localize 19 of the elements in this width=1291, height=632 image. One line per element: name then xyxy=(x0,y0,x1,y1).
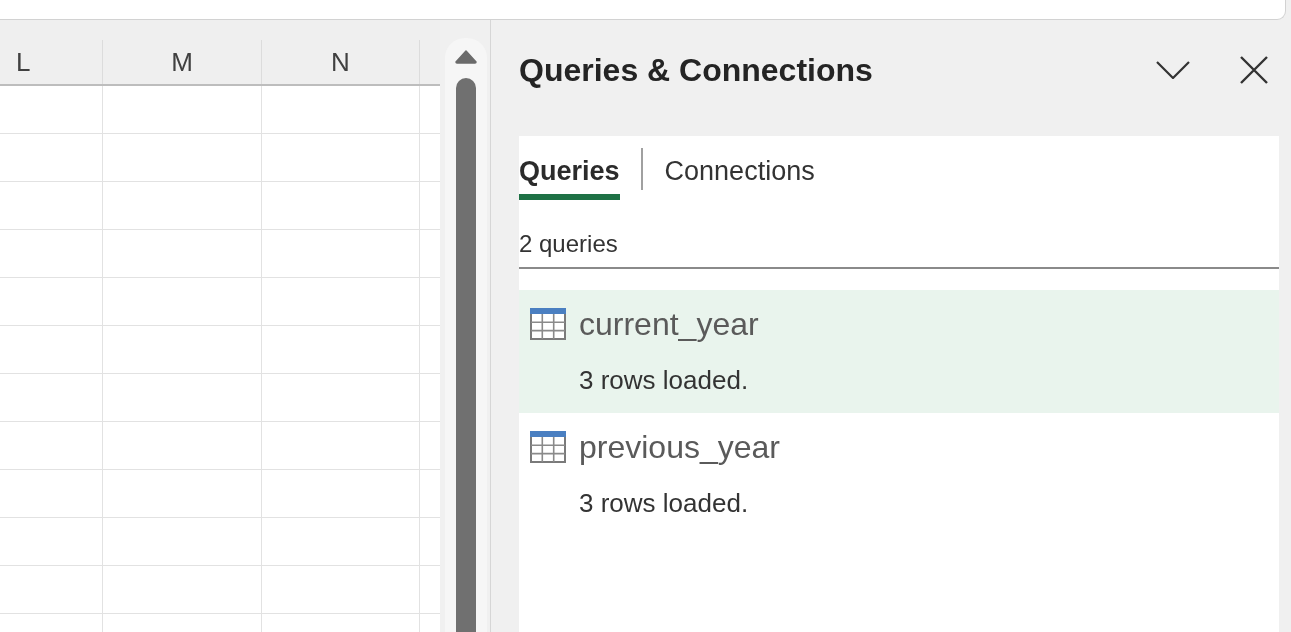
table-icon xyxy=(530,431,566,463)
tab[interactable]: Connections xyxy=(664,136,815,200)
column-header[interactable]: M xyxy=(103,40,262,84)
column-header[interactable]: N xyxy=(262,40,420,84)
pane-title: Queries & Connections xyxy=(519,51,873,89)
scroll-up-arrow-icon[interactable] xyxy=(455,50,477,64)
query-name: previous_year xyxy=(579,429,780,465)
scrollbar-track[interactable] xyxy=(445,38,487,632)
column-header[interactable]: L xyxy=(0,40,103,84)
chevron-down-icon xyxy=(1156,61,1190,79)
query-item[interactable]: current_year 3 rows loaded. xyxy=(519,290,1279,413)
close-icon xyxy=(1240,56,1268,84)
query-name: current_year xyxy=(579,306,759,342)
table-icon xyxy=(530,308,566,340)
tab[interactable]: Queries xyxy=(519,136,620,200)
scrollbar-thumb[interactable] xyxy=(456,78,476,632)
query-status: 3 rows loaded. xyxy=(579,364,749,396)
query-count: 2 queries xyxy=(519,230,618,258)
query-status: 3 rows loaded. xyxy=(579,487,749,519)
